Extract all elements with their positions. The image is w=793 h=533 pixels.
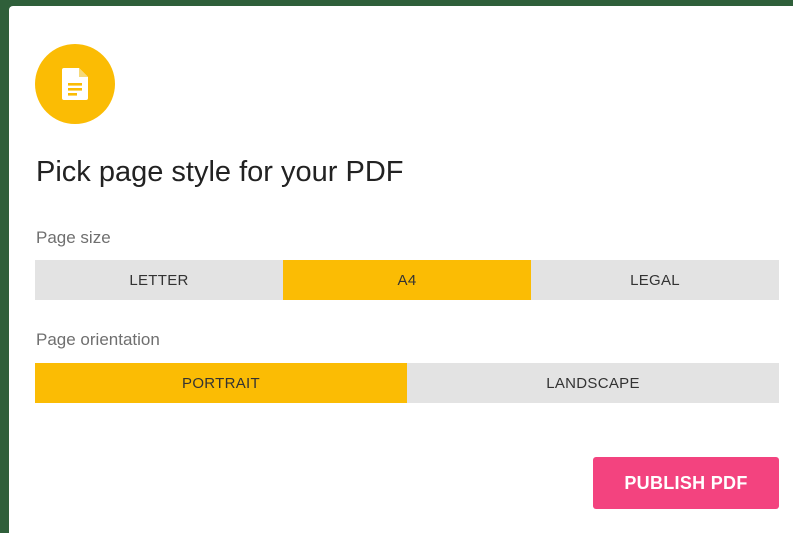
orientation-option-portrait[interactable]: PORTRAIT xyxy=(35,363,407,403)
page-orientation-label: Page orientation xyxy=(36,330,160,349)
page-size-option-legal[interactable]: LEGAL xyxy=(531,260,779,300)
page-size-option-letter[interactable]: LETTER xyxy=(35,260,283,300)
publish-pdf-dialog: Pick page style for your PDF Page size L… xyxy=(9,6,793,533)
document-icon xyxy=(35,44,115,124)
orientation-option-landscape[interactable]: LANDSCAPE xyxy=(407,363,779,403)
page-size-option-a4[interactable]: A4 xyxy=(283,260,531,300)
publish-pdf-button[interactable]: PUBLISH PDF xyxy=(593,457,779,509)
page-size-selector: LETTER A4 LEGAL xyxy=(35,260,779,300)
page-orientation-selector: PORTRAIT LANDSCAPE xyxy=(35,363,779,403)
dialog-title: Pick page style for your PDF xyxy=(36,156,404,188)
page-size-label: Page size xyxy=(36,228,111,247)
